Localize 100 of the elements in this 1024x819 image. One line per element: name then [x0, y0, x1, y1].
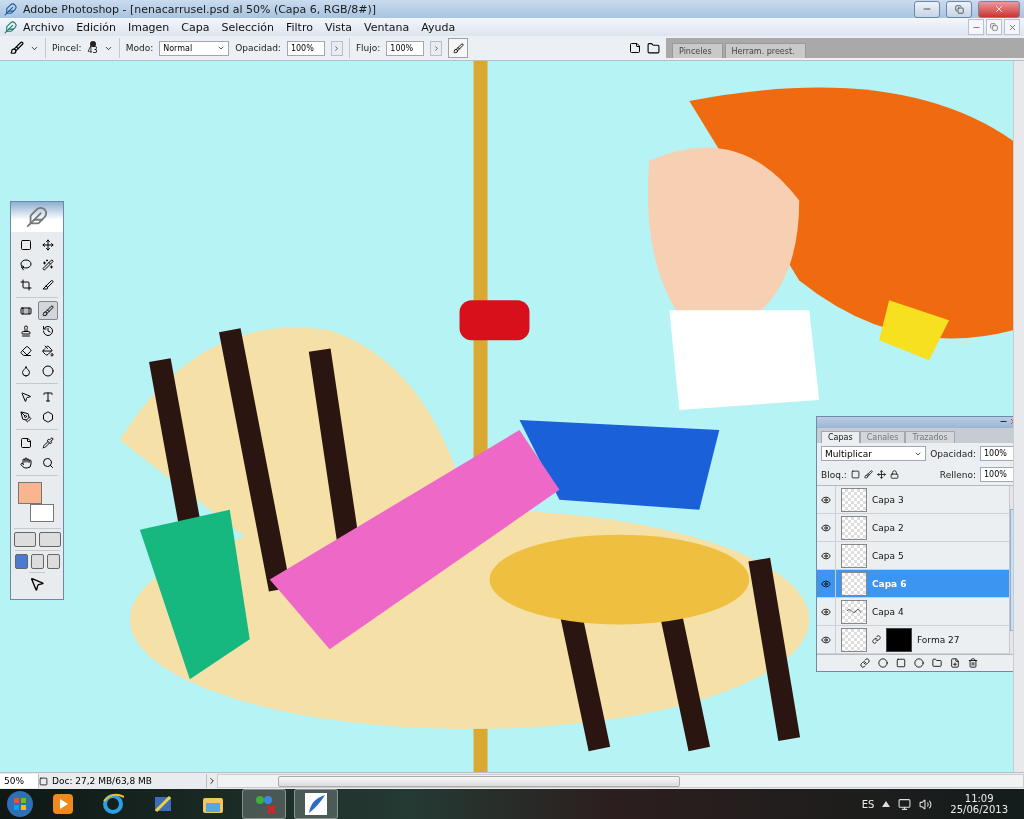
foreground-color-swatch[interactable] — [18, 482, 42, 504]
lock-position-icon[interactable] — [876, 470, 886, 479]
new-layer-icon[interactable] — [949, 658, 960, 668]
caret-up-icon[interactable] — [882, 801, 891, 807]
restore-icon — [954, 4, 964, 14]
layer-row[interactable]: Capa 5 — [817, 542, 1009, 570]
folder-icon[interactable] — [931, 658, 942, 668]
eye-icon[interactable] — [821, 634, 831, 645]
menu-item[interactable]: Vista — [318, 20, 359, 34]
clock-date[interactable]: 25/06/2013 — [950, 804, 1008, 815]
blend-mode-dropdown[interactable]: Multiplicar — [821, 446, 927, 461]
restore-button[interactable] — [986, 19, 1002, 35]
airbrush-button[interactable] — [448, 38, 469, 58]
standard-mode-button[interactable] — [13, 532, 36, 547]
lock-label: Bloq.: — [821, 469, 847, 480]
brush-size[interactable]: 43 — [87, 47, 98, 55]
fill-field[interactable]: 100% — [980, 467, 1013, 482]
scrollbar-thumb[interactable] — [278, 776, 680, 787]
jump-to-icon[interactable] — [29, 576, 45, 592]
screen-mode-button[interactable] — [14, 554, 28, 569]
close-button[interactable] — [978, 0, 1020, 18]
messenger-icon[interactable] — [242, 789, 286, 819]
lock-pixels-icon[interactable] — [863, 470, 873, 479]
close-button[interactable] — [1004, 19, 1020, 35]
start-orb-icon[interactable] — [6, 790, 34, 818]
flow-field[interactable]: 100% — [386, 40, 425, 56]
brush-icon — [42, 304, 54, 317]
opacity-field[interactable]: 100% — [980, 446, 1013, 461]
background-color-swatch[interactable] — [30, 504, 54, 522]
layer-row[interactable]: Capa 3 — [817, 486, 1009, 514]
menu-item[interactable]: Archivo — [17, 20, 71, 34]
brush-label: Pincel: — [52, 43, 82, 53]
opacity-label: Opacidad: — [235, 43, 281, 53]
note-icon — [20, 436, 32, 449]
circle-icon — [42, 364, 54, 377]
minimize-button[interactable] — [914, 0, 940, 18]
link-icon[interactable] — [859, 658, 870, 668]
layer-thumbnail — [841, 543, 867, 568]
layer-row[interactable]: Forma 27 — [817, 626, 1009, 654]
volume-icon[interactable] — [919, 797, 933, 811]
screen-mode-button[interactable] — [30, 554, 44, 569]
mask-icon[interactable] — [895, 658, 906, 668]
menu-item[interactable]: Ayuda — [415, 20, 462, 34]
opacity-field[interactable]: 100% — [286, 40, 325, 56]
brush-icon[interactable] — [10, 41, 24, 55]
photoshop-icon[interactable] — [294, 789, 338, 819]
language-indicator[interactable]: ES — [861, 798, 875, 810]
window-title: Adobe Photoshop - [nenacarrusel.psd al 50% (Capa 6, RGB/8#)] — [23, 2, 377, 16]
menu-item[interactable]: Edición — [70, 20, 122, 34]
hand-icon — [20, 456, 32, 469]
scrollbar[interactable] — [1013, 61, 1024, 772]
document-size: Doc: 27,2 MB/63,8 MB — [48, 774, 207, 788]
brush-tip-icon[interactable] — [89, 41, 96, 47]
slider-arrow-button[interactable] — [430, 40, 443, 56]
menu-item[interactable]: Imagen — [121, 20, 176, 34]
screen-mode-button[interactable] — [46, 554, 60, 569]
airbrush-icon — [452, 42, 464, 54]
menu-item[interactable]: Ventana — [358, 20, 416, 34]
quick-mask-button[interactable] — [38, 532, 61, 547]
network-icon[interactable] — [898, 797, 912, 811]
adjustment-icon[interactable] — [913, 658, 924, 668]
layer-name: Capa 2 — [872, 522, 904, 533]
layer-row[interactable]: Capa 4 — [817, 598, 1009, 626]
layer-name: Capa 3 — [872, 494, 904, 505]
folder-icon[interactable] — [647, 41, 660, 55]
trash-icon[interactable] — [967, 658, 978, 668]
scrollbar[interactable] — [217, 774, 1024, 788]
eye-icon[interactable] — [821, 606, 831, 617]
eye-icon[interactable] — [821, 522, 831, 533]
stamp-icon — [20, 324, 32, 337]
lock-icon[interactable] — [889, 470, 899, 479]
eye-icon[interactable] — [821, 550, 831, 561]
lasso-icon — [20, 258, 32, 271]
lock-transparency-icon[interactable] — [850, 470, 860, 479]
zoom-field[interactable]: 50% — [0, 774, 39, 788]
layer-row[interactable]: Capa 2 — [817, 514, 1009, 542]
layer-thumbnail — [841, 599, 867, 624]
layer-thumbnail — [841, 515, 867, 540]
palette-tab[interactable]: Pinceles — [672, 43, 723, 58]
eye-icon[interactable] — [821, 578, 831, 589]
clock-time[interactable]: 11:09 — [964, 793, 994, 804]
zoom-icon — [42, 456, 54, 469]
restore-button[interactable] — [946, 0, 972, 18]
brush-tool[interactable] — [38, 301, 58, 320]
layer-style-icon[interactable] — [877, 658, 888, 668]
menu-item[interactable]: Selección — [215, 20, 280, 34]
menu-item[interactable]: Capa — [175, 20, 216, 34]
preview-icon[interactable] — [39, 776, 48, 786]
history-brush-icon — [42, 324, 54, 337]
app-icon — [4, 2, 17, 16]
close-icon — [994, 4, 1004, 14]
layer-name: Forma 27 — [917, 634, 960, 645]
panel-tab[interactable]: Capas — [821, 431, 860, 443]
eye-icon[interactable] — [821, 494, 831, 505]
slider-arrow-button[interactable] — [330, 40, 343, 56]
menu-item[interactable]: Filtro — [279, 20, 319, 34]
palette-icon[interactable] — [629, 42, 641, 54]
restore-icon — [990, 23, 998, 31]
mode-dropdown[interactable]: Normal — [159, 40, 230, 56]
palette-tab[interactable]: Herram. preest. — [724, 43, 806, 58]
